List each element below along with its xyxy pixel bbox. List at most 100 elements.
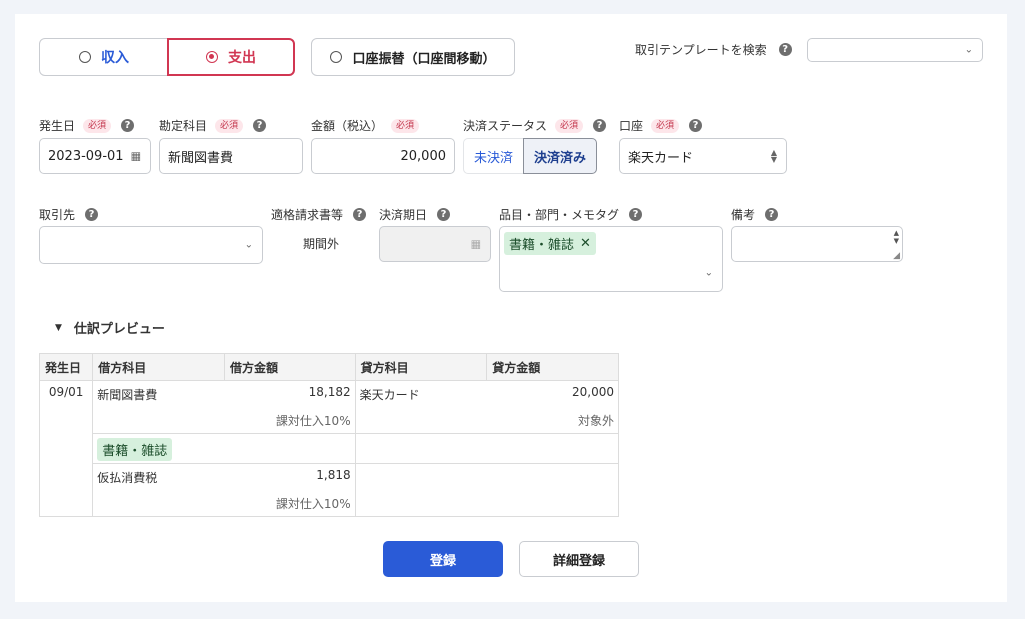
required-badge: 必須 (651, 118, 680, 133)
spin-arrows-icon: ▲ ▼ (893, 229, 899, 245)
debit-2-amount: 1,818 (316, 468, 351, 482)
wallet-select[interactable]: 楽天カード ▲ ▼ (619, 138, 787, 174)
account-value: 新聞図書費 (168, 150, 234, 166)
date-value: 2023-09-01 (48, 148, 124, 164)
tags-label: 品目・部門・メモタグ (499, 208, 620, 222)
account-label-row: 勘定科目 必須 ? (159, 117, 267, 134)
chevron-down-icon: ⌄ (964, 44, 973, 56)
tags-label-row: 品目・部門・メモタグ ? (499, 206, 643, 223)
template-search-select[interactable]: ⌄ (807, 38, 983, 62)
calendar-icon[interactable]: ▦ (131, 150, 141, 163)
wallet-value: 楽天カード (628, 150, 694, 166)
amount-label-row: 金額（税込） 必須 (311, 117, 420, 134)
wallet-label-row: 口座 必須 ? (619, 117, 703, 134)
transfer-label: 口座振替（口座間移動） (352, 51, 496, 67)
status-label-row: 決済ステータス 必須 ? (463, 117, 607, 134)
amount-input[interactable]: 20,000 (311, 138, 455, 174)
wallet-label: 口座 (619, 119, 644, 133)
help-icon[interactable]: ? (689, 119, 703, 132)
status-label: 決済ステータス (463, 119, 548, 133)
transfer-toggle[interactable]: 口座振替（口座間移動） (311, 38, 515, 76)
credit-entry-1: 楽天カード 20,000 対象外 (355, 381, 618, 434)
help-icon[interactable]: ? (121, 119, 135, 132)
required-badge: 必須 (391, 118, 420, 133)
debit-entry-2: 仮払消費税 1,818 課対仕入10% (93, 464, 354, 516)
income-radio-icon (79, 51, 91, 63)
tag-chip-label: 書籍・雑誌 (509, 238, 575, 253)
header-credit-amount: 貸方金額 (486, 353, 619, 381)
sort-arrows-icon: ▲ ▼ (770, 148, 777, 164)
preview-date-cell: 09/01 (38, 380, 94, 517)
required-badge: 必須 (555, 118, 584, 133)
calendar-icon: ▦ (470, 237, 481, 251)
transaction-form-panel: 収入 支出 口座振替（口座間移動） 取引テンプレートを検索 ? ⌄ 発生日 必須… (15, 14, 1007, 602)
invoice-label: 適格請求書等 (271, 208, 344, 222)
debit-2-tax: 課対仕入10% (275, 497, 351, 511)
remove-tag-icon[interactable]: ✕ (580, 236, 591, 251)
account-input[interactable]: 新聞図書費 (159, 138, 303, 174)
debit-entry-1-tags: 書籍・雑誌 (93, 434, 355, 464)
help-icon[interactable]: ? (437, 208, 451, 221)
date-input[interactable]: 2023-09-01 ▦ (39, 138, 151, 174)
expense-toggle[interactable]: 支出 (167, 38, 295, 76)
expense-label: 支出 (228, 50, 256, 66)
income-label: 収入 (101, 50, 129, 66)
chevron-down-icon: ⌄ (244, 239, 253, 251)
credit-1-account: 楽天カード (359, 388, 420, 402)
partner-label-row: 取引先 ? (39, 206, 99, 223)
caret-down-icon: ▼ (55, 322, 62, 333)
due-label: 決済期日 (379, 208, 428, 222)
resize-handle-icon[interactable]: ◢ (893, 251, 900, 261)
header-debit-account: 借方科目 (92, 353, 225, 381)
due-label-row: 決済期日 ? (379, 206, 451, 223)
invoice-label-row: 適格請求書等 ? (271, 206, 367, 223)
preview-tag-chip: 書籍・雑誌 (97, 438, 173, 461)
header-debit-amount: 借方金額 (223, 353, 356, 381)
header-date: 発生日 (38, 353, 94, 381)
memo-textarea[interactable]: ▲ ▼ ◢ (731, 226, 903, 262)
debit-cell: 新聞図書費 18,182 課対仕入10% 書籍・雑誌 仮払消費税 1,818 課… (92, 380, 356, 517)
help-icon[interactable]: ? (85, 208, 99, 221)
submit-button[interactable]: 登録 (383, 541, 503, 577)
account-label: 勘定科目 (159, 119, 208, 133)
tags-input[interactable]: 書籍・雑誌 ✕ ⌄ (499, 226, 723, 292)
help-icon[interactable]: ? (778, 43, 792, 56)
journal-preview-table: 発生日 借方科目 借方金額 貸方科目 貸方金額 09/01 新聞図書費 18,1… (38, 353, 620, 517)
preview-toggle[interactable]: ▼ 仕訳プレビュー (55, 318, 165, 337)
debit-1-account: 新聞図書費 (97, 388, 158, 402)
credit-entry-spacer (355, 434, 618, 464)
due-date-input: ▦ (379, 226, 491, 262)
chevron-down-icon: ⌄ (704, 267, 713, 279)
expense-radio-icon (206, 51, 218, 63)
help-icon[interactable]: ? (629, 208, 643, 221)
debit-entry-1: 新聞図書費 18,182 課対仕入10% (93, 381, 355, 434)
partner-select[interactable]: ⌄ (39, 226, 263, 264)
status-option-unpaid[interactable]: 未決済 (463, 138, 523, 174)
tag-chip: 書籍・雑誌 ✕ (504, 232, 596, 255)
template-search-label: 取引テンプレートを検索 (635, 43, 767, 57)
date-label-row: 発生日 必須 ? (39, 117, 135, 134)
detail-submit-button[interactable]: 詳細登録 (519, 541, 639, 577)
table-header-row: 発生日 借方科目 借方金額 貸方科目 貸方金額 (38, 353, 619, 381)
debit-2-account: 仮払消費税 (97, 471, 158, 485)
help-icon[interactable]: ? (353, 208, 367, 221)
partner-label: 取引先 (39, 208, 76, 222)
credit-cell: 楽天カード 20,000 対象外 (354, 380, 620, 517)
help-icon[interactable]: ? (765, 208, 779, 221)
credit-1-amount: 20,000 (572, 385, 614, 399)
credit-1-tax: 対象外 (577, 414, 614, 428)
status-toggle-group: 未決済 決済済み (463, 138, 597, 174)
transfer-radio-icon (330, 51, 343, 63)
required-badge: 必須 (83, 118, 112, 133)
help-icon[interactable]: ? (593, 119, 607, 132)
preview-title: 仕訳プレビュー (73, 322, 165, 337)
date-label: 発生日 (39, 119, 76, 133)
status-option-paid[interactable]: 決済済み (523, 138, 597, 174)
invoice-value: 期間外 (303, 237, 340, 251)
help-icon[interactable]: ? (253, 119, 267, 132)
memo-label-row: 備考 ? (731, 206, 779, 223)
memo-label: 備考 (731, 208, 756, 222)
template-search-label-row: 取引テンプレートを検索 ? (635, 41, 792, 58)
amount-value: 20,000 (400, 148, 447, 164)
income-toggle[interactable]: 収入 (39, 38, 169, 76)
